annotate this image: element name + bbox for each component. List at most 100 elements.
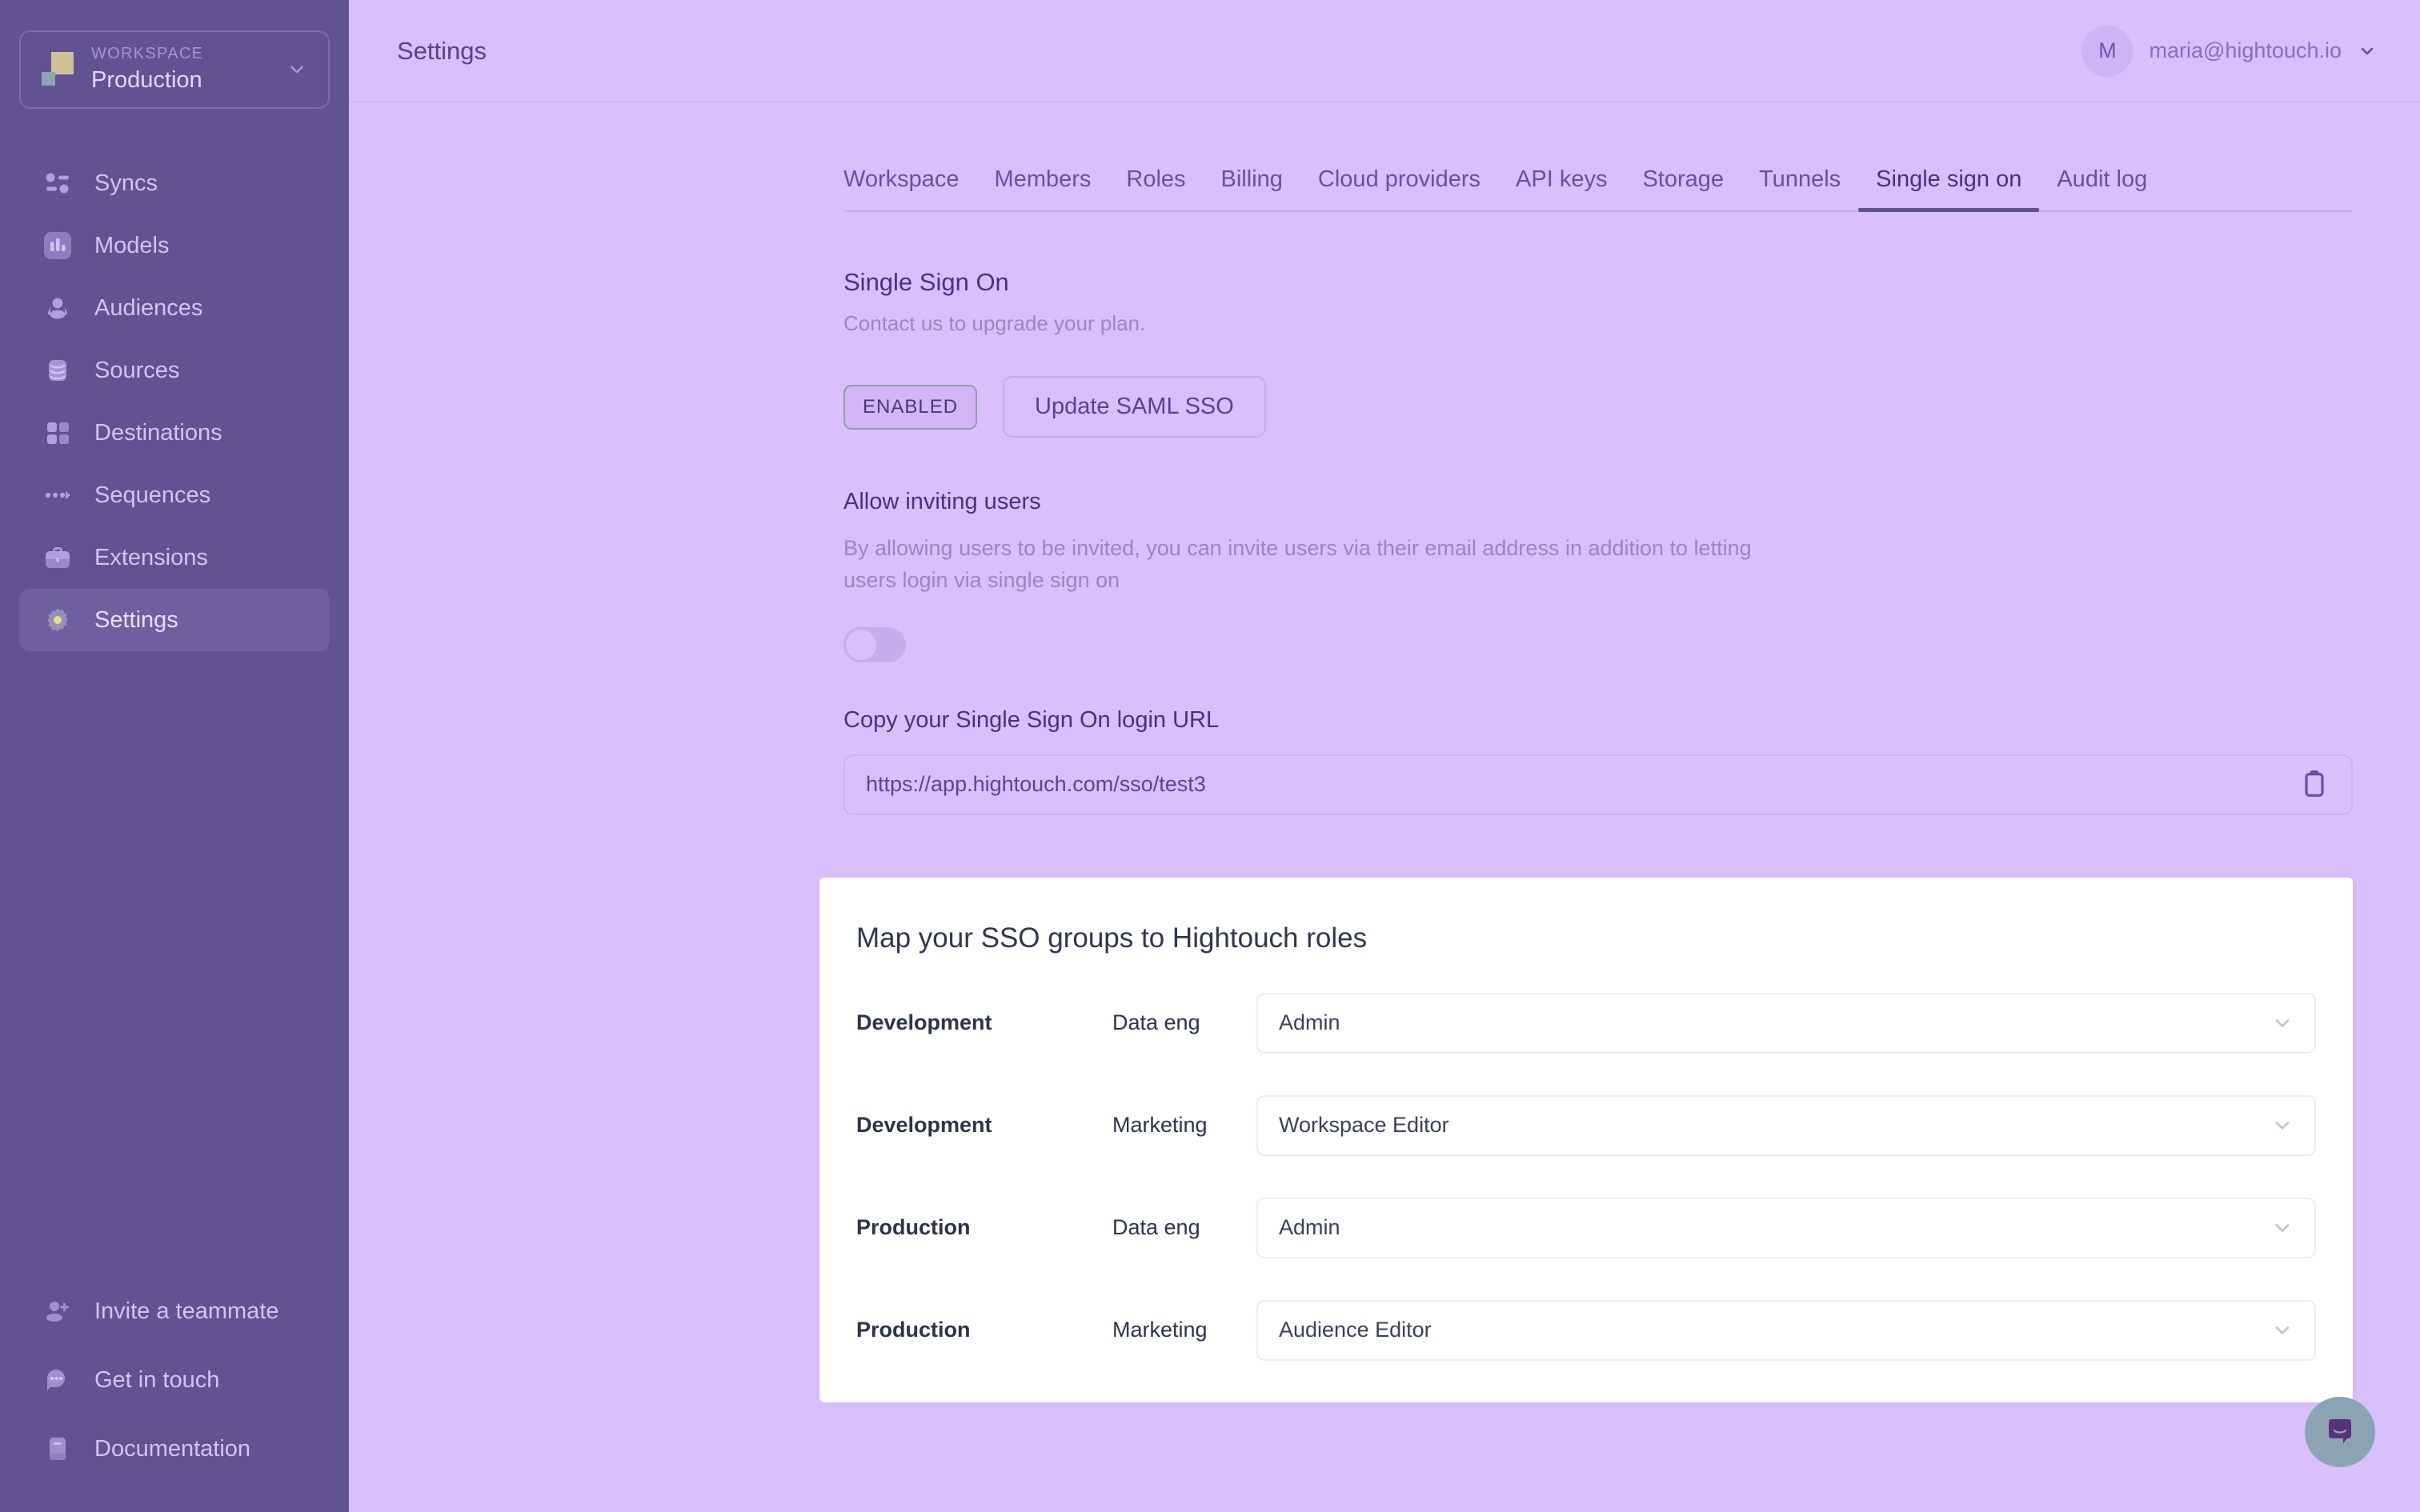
allow-inviting-users-title: Allow inviting users bbox=[843, 489, 1041, 514]
gear-icon bbox=[40, 602, 75, 638]
card-title: Map your SSO groups to Hightouch roles bbox=[856, 922, 1368, 954]
sidebar: WORKSPACE Production Syncs Models Audien… bbox=[0, 0, 349, 1512]
tab-cloud-providers[interactable]: Cloud providers bbox=[1300, 166, 1498, 210]
chevron-down-icon bbox=[2275, 1019, 2290, 1027]
role-select[interactable]: Admin bbox=[1256, 1197, 2316, 1258]
settings-content: Workspace Members Roles Billing Cloud pr… bbox=[349, 102, 2420, 1402]
tab-workspace[interactable]: Workspace bbox=[826, 166, 977, 210]
table-row: Production Marketing Audience Editor bbox=[856, 1299, 2316, 1361]
sidebar-item-models[interactable]: Models bbox=[19, 214, 330, 277]
sidebar-item-get-in-touch[interactable]: Get in touch bbox=[19, 1355, 330, 1405]
sidebar-item-destinations[interactable]: Destinations bbox=[19, 402, 330, 464]
sidebar-item-invite-teammate[interactable]: Invite a teammate bbox=[19, 1286, 330, 1336]
tab-label: Billing bbox=[1220, 166, 1283, 192]
chevron-down-icon bbox=[2361, 47, 2374, 54]
sso-section: Single Sign On Contact us to upgrade you… bbox=[349, 212, 2420, 815]
sidebar-item-label: Extensions bbox=[94, 544, 208, 570]
sidebar-item-sequences[interactable]: Sequences bbox=[19, 464, 330, 526]
sidebar-item-syncs[interactable]: Syncs bbox=[19, 152, 330, 214]
workspace-name: Production bbox=[91, 67, 202, 94]
allow-inviting-users-description: By allowing users to be invited, you can… bbox=[843, 536, 1752, 592]
chevron-down-icon bbox=[2275, 1326, 2290, 1334]
book-icon bbox=[40, 1431, 75, 1466]
status-badge: ENABLED bbox=[843, 384, 978, 430]
sidebar-nav: Syncs Models Audiences Sources Destinati… bbox=[0, 152, 349, 651]
update-saml-sso-button[interactable]: Update SAML SSO bbox=[1003, 376, 1266, 438]
sso-title: Single Sign On bbox=[843, 268, 1009, 296]
table-row: Development Marketing Workspace Editor bbox=[856, 1094, 2316, 1156]
app-root: WORKSPACE Production Syncs Models Audien… bbox=[0, 0, 2420, 1512]
settings-tabs: Workspace Members Roles Billing Cloud pr… bbox=[843, 102, 2353, 212]
sidebar-item-documentation[interactable]: Documentation bbox=[19, 1424, 330, 1474]
sidebar-item-audiences[interactable]: Audiences bbox=[19, 277, 330, 339]
mapping-subgroup: Data eng bbox=[1112, 1010, 1200, 1035]
mapping-group: Production bbox=[856, 1318, 971, 1342]
mapping-subgroup: Data eng bbox=[1112, 1215, 1200, 1240]
sso-url-field[interactable]: https://app.hightouch.com/sso/test3 bbox=[843, 754, 2353, 815]
tab-tunnels[interactable]: Tunnels bbox=[1741, 166, 1858, 210]
tab-storage[interactable]: Storage bbox=[1625, 166, 1741, 210]
sidebar-item-label: Invite a teammate bbox=[94, 1298, 279, 1324]
chat-widget-button[interactable] bbox=[2305, 1397, 2375, 1467]
workspace-switcher[interactable]: WORKSPACE Production bbox=[19, 30, 330, 109]
sidebar-item-label: Settings bbox=[94, 606, 178, 633]
toggle-knob bbox=[846, 629, 876, 660]
sidebar-item-label: Get in touch bbox=[94, 1366, 220, 1393]
syncs-icon bbox=[40, 166, 75, 201]
sidebar-bottom-nav: Invite a teammate Get in touch Documenta… bbox=[0, 1286, 349, 1474]
mapping-subgroup: Marketing bbox=[1112, 1318, 1208, 1342]
extensions-icon bbox=[40, 540, 75, 575]
sso-actions: ENABLED Update SAML SSO bbox=[843, 376, 2420, 438]
sidebar-item-label: Documentation bbox=[94, 1435, 251, 1462]
sidebar-item-settings[interactable]: Settings bbox=[19, 589, 330, 651]
topbar: Settings M maria@hightouch.io bbox=[349, 0, 2420, 102]
tab-label: Single sign on bbox=[1876, 166, 2022, 192]
mapping-subgroup: Marketing bbox=[1112, 1113, 1208, 1138]
tab-label: Workspace bbox=[843, 166, 960, 192]
tab-roles[interactable]: Roles bbox=[1108, 166, 1203, 210]
role-select[interactable]: Workspace Editor bbox=[1256, 1094, 2316, 1156]
chat-dots-icon bbox=[40, 1362, 75, 1398]
tab-label: Roles bbox=[1126, 166, 1186, 192]
role-select-value: Admin bbox=[1279, 1010, 1340, 1035]
sso-subtitle: Contact us to upgrade your plan. bbox=[843, 311, 1146, 335]
mapping-group: Development bbox=[856, 1010, 992, 1035]
sidebar-item-extensions[interactable]: Extensions bbox=[19, 526, 330, 589]
role-select[interactable]: Admin bbox=[1256, 992, 2316, 1054]
sidebar-item-label: Destinations bbox=[94, 419, 222, 446]
tab-label: Tunnels bbox=[1759, 166, 1841, 192]
page-title: Settings bbox=[397, 36, 487, 65]
tab-billing[interactable]: Billing bbox=[1204, 166, 1300, 210]
sidebar-item-label: Sources bbox=[94, 357, 180, 383]
tab-label: Members bbox=[994, 166, 1092, 192]
tab-label: Cloud providers bbox=[1317, 166, 1481, 192]
sources-icon bbox=[40, 353, 75, 388]
table-row: Production Data eng Admin bbox=[856, 1197, 2316, 1258]
sso-url-label: Copy your Single Sign On login URL bbox=[843, 706, 1220, 733]
sidebar-item-sources[interactable]: Sources bbox=[19, 339, 330, 402]
models-icon bbox=[40, 228, 75, 263]
tab-single-sign-on[interactable]: Single sign on bbox=[1858, 166, 2040, 212]
chat-bubble-icon bbox=[2329, 1419, 2351, 1443]
chevron-down-icon bbox=[2275, 1122, 2290, 1130]
chevron-down-icon bbox=[2275, 1224, 2290, 1232]
allow-inviting-users-toggle[interactable] bbox=[843, 626, 906, 662]
role-select[interactable]: Audience Editor bbox=[1256, 1299, 2316, 1361]
role-select-value: Workspace Editor bbox=[1279, 1113, 1449, 1138]
sso-url-value: https://app.hightouch.com/sso/test3 bbox=[866, 772, 1206, 797]
tab-members[interactable]: Members bbox=[977, 166, 1109, 210]
tab-label: Audit log bbox=[2057, 166, 2148, 192]
avatar: M bbox=[2081, 25, 2134, 77]
audiences-icon bbox=[40, 290, 75, 326]
clipboard-icon[interactable] bbox=[2298, 769, 2330, 801]
role-select-value: Admin bbox=[1279, 1215, 1340, 1240]
chevron-down-icon bbox=[290, 66, 303, 74]
user-menu[interactable]: M maria@hightouch.io bbox=[2081, 25, 2377, 77]
sidebar-item-label: Syncs bbox=[94, 170, 158, 196]
hightouch-logo-icon bbox=[42, 52, 77, 87]
mapping-group: Production bbox=[856, 1215, 971, 1240]
mapping-group: Development bbox=[856, 1113, 992, 1138]
tab-audit-log[interactable]: Audit log bbox=[2039, 166, 2165, 210]
tab-label: Storage bbox=[1642, 166, 1725, 192]
tab-api-keys[interactable]: API keys bbox=[1498, 166, 1625, 210]
